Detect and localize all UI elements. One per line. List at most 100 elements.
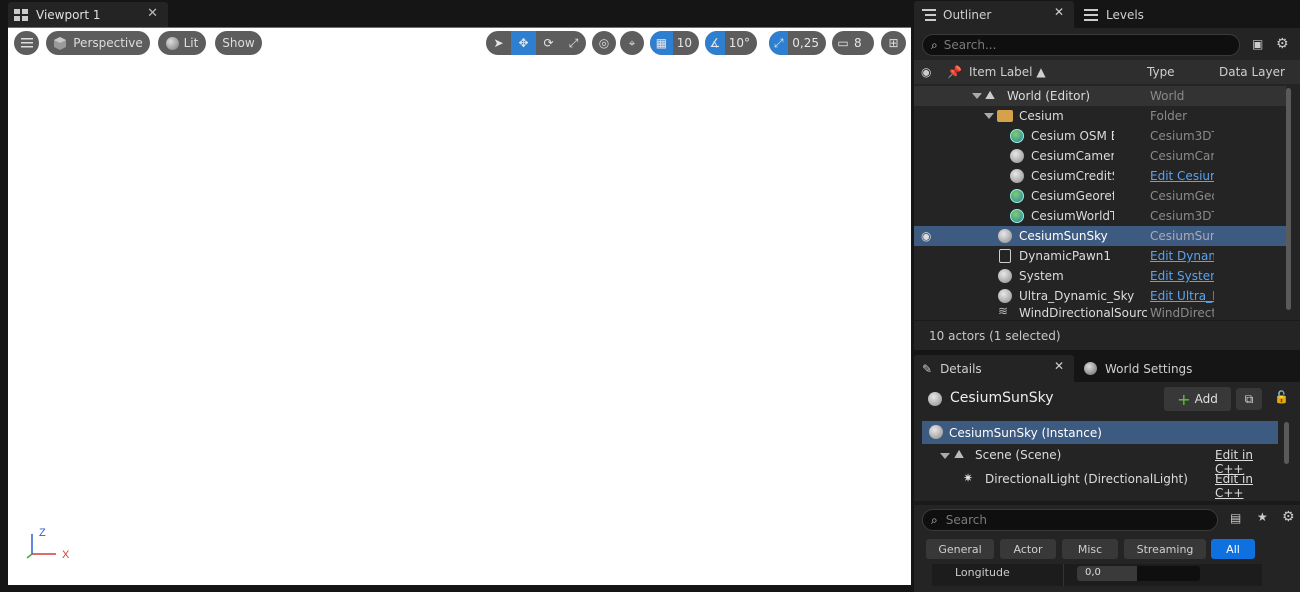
scale-snap-toggle[interactable]: ⤢ <box>769 31 789 55</box>
settings-gear-icon[interactable]: ⚙ <box>1276 36 1289 52</box>
settings-gear-icon[interactable]: ⚙ <box>1282 509 1295 525</box>
add-folder-icon[interactable]: ▣ <box>1252 37 1263 51</box>
column-type[interactable]: Type <box>1147 65 1175 79</box>
longitude-slider[interactable]: 0,0 <box>1077 566 1200 581</box>
grid-snap-toggle[interactable]: ▦ <box>650 31 673 55</box>
outliner-row-selected[interactable]: ◉ CesiumSunSky CesiumSunSky <box>914 226 1286 246</box>
sphere-icon <box>1010 169 1024 183</box>
rotate-tool-button[interactable]: ⟳ <box>536 31 561 55</box>
viewport-tab[interactable]: Viewport 1 ✕ <box>8 2 168 27</box>
outliner-tab-label: Outliner <box>943 7 992 22</box>
camera-speed-value: 8 <box>854 36 862 50</box>
expand-arrow-icon[interactable] <box>940 453 950 459</box>
filter-general[interactable]: General <box>926 539 994 559</box>
close-icon[interactable]: ✕ <box>147 6 158 21</box>
outliner-row[interactable]: System Edit System <box>914 266 1286 286</box>
hamburger-icon <box>20 38 33 48</box>
outliner-scrollbar[interactable] <box>1286 88 1291 310</box>
outliner-row-folder[interactable]: Cesium Folder <box>914 106 1286 126</box>
levels-tab-label: Levels <box>1106 7 1144 22</box>
component-instance-row[interactable]: CesiumSunSky (Instance) <box>922 421 1278 444</box>
scale-tool-button[interactable]: ⤢ <box>561 31 586 55</box>
transform-tools-group: ➤ ✥ ⟳ ⤢ <box>486 31 586 55</box>
scale-snap-icon: ⤢ <box>773 35 784 50</box>
show-button[interactable]: Show <box>215 31 262 55</box>
filter-all[interactable]: All <box>1211 539 1255 559</box>
wind-icon: ≋ <box>998 306 1009 318</box>
rotation-snap-group[interactable]: ∡ 10° <box>705 31 757 55</box>
filter-actor[interactable]: Actor <box>1000 539 1056 559</box>
close-icon[interactable]: ✕ <box>1054 5 1064 19</box>
viewport-layout-button[interactable]: ⊞ <box>881 31 906 55</box>
tab-levels[interactable]: Levels <box>1076 1 1196 28</box>
outliner-row[interactable]: CesiumGeoreference CesiumGeoreference <box>914 186 1286 206</box>
tab-details[interactable]: ✎ Details ✕ <box>914 355 1074 382</box>
edit-in-cpp-link[interactable]: Edit in C++ <box>1215 472 1278 500</box>
lit-label: Lit <box>183 36 199 50</box>
lock-icon[interactable]: 🔓 <box>1274 390 1289 404</box>
camera-speed-button[interactable]: ▭ 8 <box>832 31 874 55</box>
outliner-row[interactable]: Ultra_Dynamic_Sky Edit Ultra_Dynamic_Sky <box>914 286 1286 306</box>
tab-outliner[interactable]: Outliner ✕ <box>914 1 1074 28</box>
visibility-eye-icon[interactable]: ◉ <box>921 229 931 243</box>
expand-arrow-icon[interactable] <box>984 113 994 119</box>
perspective-button[interactable]: Perspective <box>46 31 150 55</box>
viewport-canvas[interactable] <box>8 27 911 585</box>
outliner-search-input[interactable]: ⌕ Search... <box>922 34 1240 56</box>
world-local-toggle[interactable]: ◎ <box>592 31 616 55</box>
edit-link[interactable]: Edit Ultra_Dynamic_Sky <box>1150 289 1214 303</box>
grid-snap-group[interactable]: ▦ 10 <box>650 31 699 55</box>
details-tab-bar: ✎ Details ✕ World Settings <box>914 354 1300 382</box>
table-view-icon[interactable]: ▤ <box>1230 511 1241 525</box>
tab-world-settings[interactable]: World Settings <box>1076 355 1216 382</box>
rotation-snap-toggle[interactable]: ∡ <box>705 31 725 55</box>
edit-link[interactable]: Edit CesiumCreditSystem <box>1150 169 1214 183</box>
viewport-menu-button[interactable] <box>14 31 39 55</box>
scale-snap-value[interactable]: 0,25 <box>788 36 826 50</box>
globe-icon <box>1084 362 1097 375</box>
filter-misc[interactable]: Misc <box>1062 539 1118 559</box>
pin-icon[interactable]: 📌 <box>947 65 962 79</box>
column-data-layer[interactable]: Data Layer <box>1219 65 1285 79</box>
cube-icon <box>54 37 67 50</box>
edit-link[interactable]: Edit System <box>1150 269 1214 283</box>
expand-arrow-icon[interactable] <box>972 93 982 99</box>
lit-button[interactable]: Lit <box>158 31 206 55</box>
outliner-row[interactable]: CesiumWorldTerrain Cesium3DTileset <box>914 206 1286 226</box>
outliner-row[interactable]: Cesium OSM Buildings Cesium3DTileset <box>914 126 1286 146</box>
translate-tool-button[interactable]: ✥ <box>511 31 536 55</box>
surface-snapping-button[interactable]: ⌖ <box>620 31 644 55</box>
edit-link[interactable]: Edit DynamicPawn <box>1150 249 1214 263</box>
details-search-input[interactable]: ⌕ Search <box>922 509 1218 531</box>
grid-snap-value[interactable]: 10 <box>673 36 699 50</box>
instance-label: CesiumSunSky (Instance) <box>949 425 1102 440</box>
components-scrollbar[interactable] <box>1284 422 1289 464</box>
blueprint-button[interactable]: ⧉ <box>1236 388 1262 410</box>
component-row[interactable]: ✷ DirectionalLight (DirectionalLight) Ed… <box>914 469 1278 500</box>
close-icon[interactable]: ✕ <box>1054 359 1064 373</box>
outliner-row-world[interactable]: ⛰ World (Editor) World <box>914 86 1286 106</box>
details-divider <box>914 501 1300 505</box>
star-icon[interactable]: ★ <box>1257 510 1268 524</box>
search-icon: ⌕ <box>931 37 938 52</box>
scale-icon: ⤢ <box>568 35 579 50</box>
outliner-row[interactable]: CesiumCameraManager CesiumCameraManager <box>914 146 1286 166</box>
viewport-tab-title: Viewport 1 <box>36 7 101 22</box>
column-item-label[interactable]: Item Label ▲ <box>969 65 1046 79</box>
property-splitter[interactable] <box>1063 564 1064 586</box>
outliner-row[interactable]: CesiumCreditSystem Edit CesiumCreditSyst… <box>914 166 1286 186</box>
filter-streaming[interactable]: Streaming <box>1124 539 1206 559</box>
scale-snap-group[interactable]: ⤢ 0,25 <box>769 31 826 55</box>
add-label: Add <box>1194 392 1218 406</box>
outliner-row[interactable]: ≋ WindDirectionalSource WindDirectionalS… <box>914 306 1286 320</box>
select-tool-button[interactable]: ➤ <box>486 31 511 55</box>
outliner-row[interactable]: DynamicPawn1 Edit DynamicPawn <box>914 246 1286 266</box>
outliner-tab-bar: Outliner ✕ Levels <box>914 0 1300 28</box>
add-component-button[interactable]: + Add <box>1164 387 1231 411</box>
rotation-snap-value[interactable]: 10° <box>725 36 757 50</box>
selected-actor-name[interactable]: CesiumSunSky <box>950 390 1054 406</box>
details-search-placeholder: Search <box>945 513 987 527</box>
component-row[interactable]: ⛰ Scene (Scene) Edit in C++ <box>914 445 1278 476</box>
visibility-eye-icon[interactable]: ◉ <box>921 65 931 79</box>
blueprint-icon: ⧉ <box>1244 391 1254 406</box>
